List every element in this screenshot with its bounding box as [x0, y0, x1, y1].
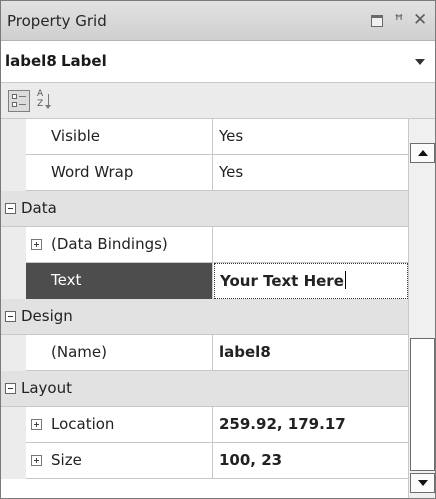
expand-icon[interactable] — [31, 419, 42, 430]
alphabetical-sort-icon[interactable]: AZ — [36, 89, 58, 112]
property-name: Size — [26, 443, 213, 479]
property-toolbar: AZ — [1, 83, 435, 119]
object-selector[interactable]: label8 Label — [1, 41, 435, 83]
collapse-icon[interactable] — [5, 311, 16, 322]
scrollbar-thumb[interactable] — [410, 338, 435, 471]
property-row-text[interactable]: Text Your Text Here — [1, 263, 408, 299]
selected-object-type: Label — [61, 52, 107, 70]
categorized-view-icon[interactable] — [8, 90, 30, 112]
collapse-icon[interactable] — [5, 383, 16, 394]
property-value[interactable]: Yes — [214, 155, 408, 191]
property-value[interactable]: 100, 23 — [214, 443, 408, 479]
collapse-icon[interactable] — [5, 203, 16, 214]
category-label: Data — [21, 199, 57, 217]
property-name: Location — [26, 407, 213, 443]
property-value[interactable] — [214, 227, 408, 263]
category-label: Design — [21, 307, 73, 325]
category-data[interactable]: Data — [1, 191, 408, 227]
title-bar: Property Grid ꟸ ✕ — [1, 1, 435, 41]
panel-title: Property Grid — [7, 12, 107, 30]
vertical-scrollbar[interactable] — [408, 119, 435, 498]
selected-object-name: label8 — [5, 52, 57, 70]
property-value[interactable]: 259.92, 179.17 — [214, 407, 408, 443]
text-value-input[interactable]: Your Text Here — [214, 263, 408, 299]
scroll-up-icon[interactable] — [410, 143, 435, 163]
window-position-icon[interactable] — [370, 13, 384, 27]
pin-icon[interactable]: ꟸ — [392, 13, 406, 28]
property-row-location[interactable]: Location 259.92, 179.17 — [1, 407, 408, 443]
property-name: Text — [26, 263, 213, 299]
property-row-visible[interactable]: Visible Yes — [1, 119, 408, 155]
category-layout[interactable]: Layout — [1, 371, 408, 407]
category-label: Layout — [21, 379, 72, 397]
property-name: Visible — [26, 119, 213, 155]
property-grid-panel: Property Grid ꟸ ✕ label8 Label AZ Visibl… — [0, 0, 436, 499]
chevron-down-icon[interactable] — [411, 55, 427, 69]
property-row-size[interactable]: Size 100, 23 — [1, 443, 408, 479]
property-name: (Data Bindings) — [26, 227, 213, 263]
property-grid: Visible Yes Word Wrap Yes Data (Data Bin… — [1, 119, 408, 498]
property-name: (Name) — [26, 335, 213, 371]
text-caret — [344, 271, 346, 289]
expand-icon[interactable] — [31, 239, 42, 250]
property-value[interactable]: label8 — [214, 335, 408, 371]
scroll-down-icon[interactable] — [410, 473, 435, 493]
property-row-data-bindings[interactable]: (Data Bindings) — [1, 227, 408, 263]
property-value[interactable]: Yes — [214, 119, 408, 155]
close-icon[interactable]: ✕ — [413, 12, 427, 29]
property-row-name[interactable]: (Name) label8 — [1, 335, 408, 371]
expand-icon[interactable] — [31, 455, 42, 466]
property-row-word-wrap[interactable]: Word Wrap Yes — [1, 155, 408, 191]
category-design[interactable]: Design — [1, 299, 408, 335]
property-name: Word Wrap — [26, 155, 213, 191]
